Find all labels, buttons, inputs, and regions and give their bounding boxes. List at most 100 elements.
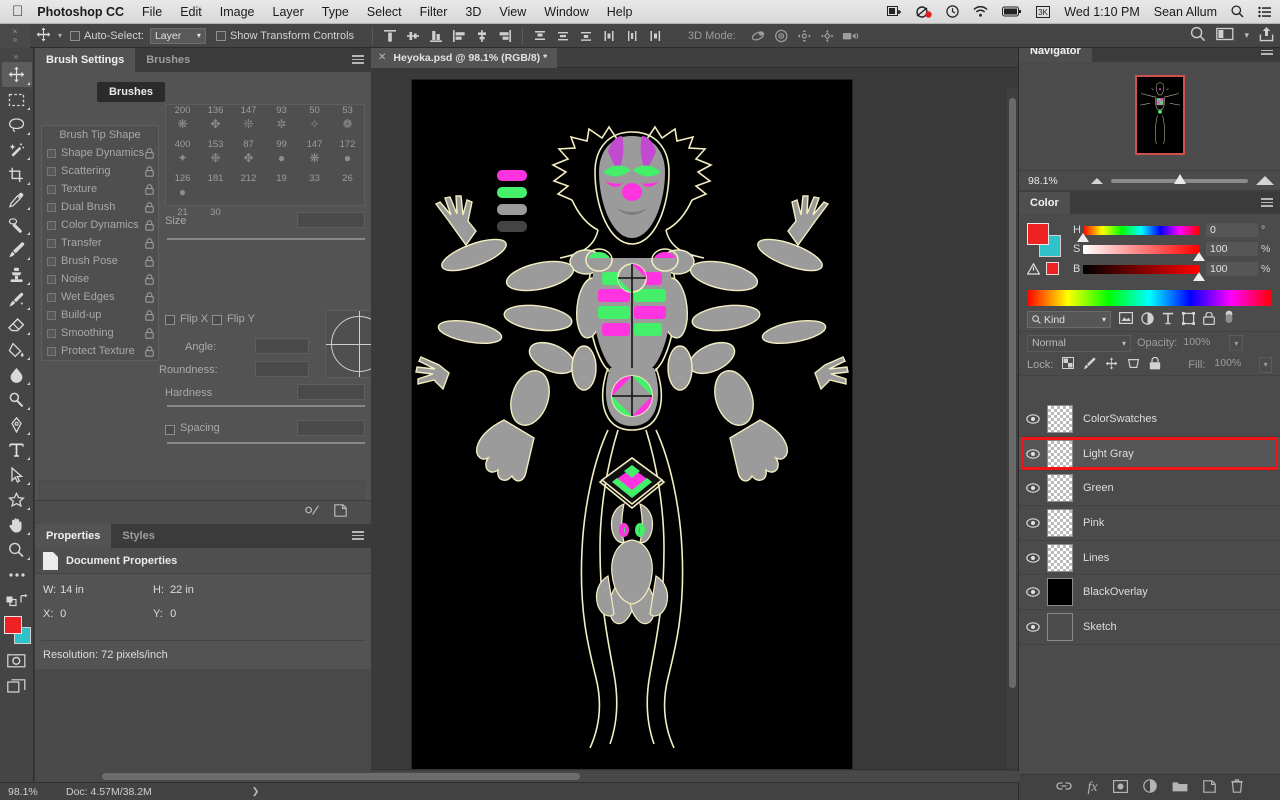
property-x[interactable]: X: 0: [43, 608, 153, 620]
time-machine-icon[interactable]: [946, 5, 959, 18]
layer-thumbnail[interactable]: [1047, 578, 1073, 607]
brush-preset-cell[interactable]: 26: [331, 173, 364, 207]
auto-select-checkbox[interactable]: [70, 30, 81, 41]
filter-pixel-icon[interactable]: [1119, 312, 1134, 327]
menu-item-view[interactable]: View: [499, 5, 526, 19]
brushes-button[interactable]: Brushes: [97, 82, 165, 102]
layer-thumbnail[interactable]: [1047, 543, 1073, 572]
table-row[interactable]: Green: [1019, 471, 1280, 507]
canvas-vertical-scrollbar[interactable]: [1005, 88, 1018, 768]
layer-name[interactable]: Sketch: [1083, 621, 1117, 633]
battery-charging-icon[interactable]: [1002, 6, 1022, 17]
options-bar-grip[interactable]: × »: [0, 23, 30, 48]
brush-preset-cell[interactable]: 200 ❋: [166, 105, 199, 139]
brush-preset-cell[interactable]: 30: [199, 207, 232, 223]
brush-option-checkbox[interactable]: [47, 184, 56, 194]
layer-visibility-toggle[interactable]: [1019, 483, 1047, 493]
align-top-edges-icon[interactable]: [380, 27, 400, 45]
brush-option-brush-pose[interactable]: Brush Pose: [42, 252, 158, 270]
gamut-replacement-swatch[interactable]: [1046, 262, 1059, 275]
paint-bucket-tool[interactable]: [2, 337, 32, 362]
layer-name[interactable]: ColorSwatches: [1083, 413, 1157, 425]
hand-tool[interactable]: [2, 512, 32, 537]
table-row[interactable]: Lines: [1019, 541, 1280, 576]
brush-preset-cell[interactable]: 400 ✦: [166, 139, 199, 173]
screen-mode-icon[interactable]: [2, 673, 32, 698]
brush-preset-cell[interactable]: 147 ❊: [232, 105, 265, 139]
hardness-slider[interactable]: [167, 405, 365, 407]
scrollbar-thumb[interactable]: [102, 773, 580, 780]
brush-option-checkbox[interactable]: [47, 238, 56, 248]
hue-slider[interactable]: [1077, 225, 1199, 242]
lock-icon[interactable]: [145, 166, 154, 180]
show-transform-controls-checkbox[interactable]: [215, 30, 226, 41]
lock-position-icon[interactable]: [1105, 357, 1118, 373]
property-height[interactable]: H: 22 in: [153, 584, 263, 596]
filter-adjustment-icon[interactable]: [1141, 311, 1154, 328]
rectangular-marquee-tool[interactable]: [2, 87, 32, 112]
fill-chevron-down-icon[interactable]: ▾: [1259, 356, 1272, 373]
notification-center-icon[interactable]: [1258, 6, 1272, 18]
navigator-thumbnail[interactable]: [1135, 75, 1185, 155]
clone-stamp-tool[interactable]: [2, 262, 32, 287]
brush-option-checkbox[interactable]: [47, 202, 56, 212]
scrollbar-thumb[interactable]: [1009, 98, 1016, 688]
edit-toolbar-ellipsis-icon[interactable]: [2, 562, 32, 587]
brush-option-shape-dynamics[interactable]: Shape Dynamics: [42, 144, 158, 162]
table-row[interactable]: ColorSwatches: [1019, 402, 1280, 437]
brush-option-protect-texture[interactable]: Protect Texture: [42, 342, 158, 360]
brush-preset-cell[interactable]: 50 ✧: [298, 105, 331, 139]
color-panel-foreground-swatch[interactable]: [1027, 223, 1049, 245]
size-slider[interactable]: [167, 238, 365, 240]
navigator-zoom-slider[interactable]: [1111, 173, 1248, 184]
document-tab[interactable]: ✕ Heyoka.psd @ 98.1% (RGB/8) *: [371, 47, 558, 68]
brush-preset-cell[interactable]: 99 ●: [265, 139, 298, 173]
brush-option-dual-brush[interactable]: Dual Brush: [42, 198, 158, 216]
align-right-edges-icon[interactable]: [495, 27, 515, 45]
eyedropper-tool[interactable]: [2, 187, 32, 212]
menu-item-file[interactable]: File: [142, 5, 162, 19]
filter-shape-icon[interactable]: [1182, 311, 1195, 328]
brush-option-smoothing[interactable]: Smoothing: [42, 324, 158, 342]
size-input[interactable]: [297, 212, 365, 228]
flip-y-checkbox[interactable]: [212, 315, 222, 325]
type-tool[interactable]: [2, 437, 32, 462]
spotlight-search-icon[interactable]: [1231, 5, 1244, 18]
lock-icon[interactable]: [145, 256, 154, 270]
opacity-value[interactable]: 100%: [1183, 336, 1223, 351]
hue-slider-knob[interactable]: [1077, 232, 1089, 242]
menu-item-type[interactable]: Type: [322, 5, 349, 19]
brush-preset-cell[interactable]: 172 ●: [331, 139, 364, 173]
tab-styles[interactable]: Styles: [111, 524, 166, 548]
blur-tool[interactable]: [2, 362, 32, 387]
table-row[interactable]: BlackOverlay: [1019, 575, 1280, 611]
menu-item-edit[interactable]: Edit: [180, 5, 202, 19]
lock-icon[interactable]: [145, 184, 154, 198]
black-white-swatches[interactable]: [1258, 290, 1272, 306]
dodge-tool[interactable]: [2, 387, 32, 412]
spacing-input[interactable]: [297, 420, 365, 436]
menu-item-filter[interactable]: Filter: [420, 5, 448, 19]
foreground-color-swatch[interactable]: [3, 616, 22, 634]
lock-icon[interactable]: [145, 346, 154, 360]
lock-icon[interactable]: [145, 202, 154, 216]
opacity-chevron-down-icon[interactable]: ▾: [1229, 335, 1244, 351]
brightness-slider-knob[interactable]: [1193, 271, 1205, 281]
spacing-slider[interactable]: [167, 442, 365, 444]
color-panel-menu-icon[interactable]: [1261, 198, 1273, 209]
layer-thumbnail[interactable]: [1047, 404, 1073, 433]
property-y[interactable]: Y: 0: [153, 608, 263, 620]
menu-item-window[interactable]: Window: [544, 5, 588, 19]
expand-arrow-icon[interactable]: ❯: [252, 786, 260, 797]
color-spectrum-ramp[interactable]: [1027, 290, 1272, 306]
distribute-left-edges-icon[interactable]: [599, 27, 619, 45]
brush-preset-cell[interactable]: 33: [298, 173, 331, 207]
brush-preset-cell[interactable]: 181: [199, 173, 232, 207]
layer-name[interactable]: BlackOverlay: [1083, 586, 1148, 598]
property-width[interactable]: W: 14 in: [43, 584, 153, 596]
layer-thumbnail[interactable]: [1047, 612, 1073, 641]
filter-smart-object-icon[interactable]: [1203, 311, 1215, 328]
layer-visibility-toggle[interactable]: [1019, 448, 1047, 459]
align-vertical-centers-icon[interactable]: [403, 27, 423, 45]
hue-value[interactable]: 0: [1206, 223, 1258, 237]
